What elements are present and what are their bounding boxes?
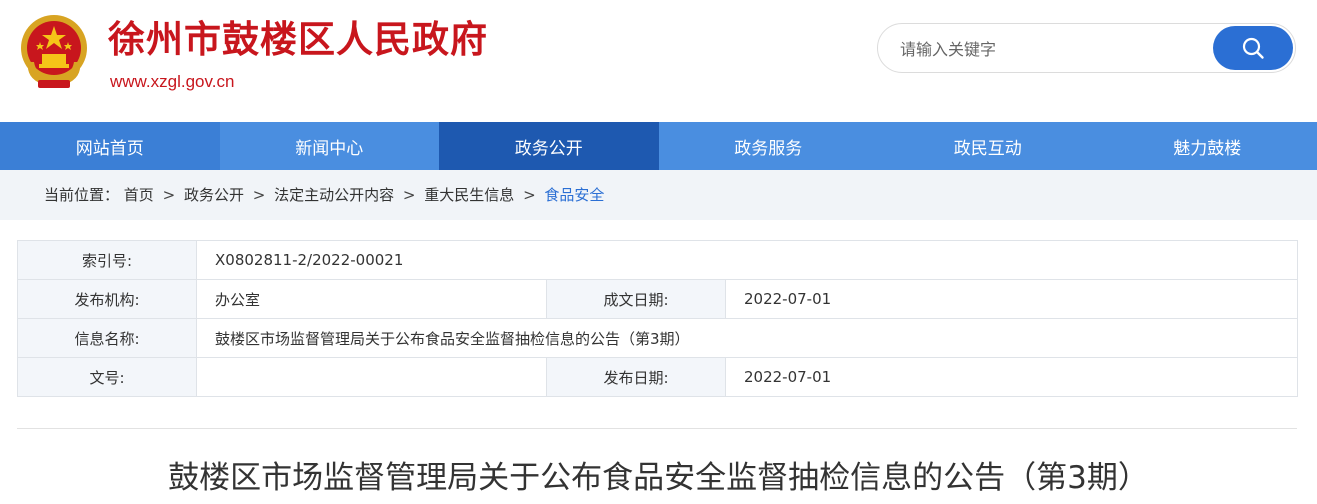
nav-item-charm-gulou[interactable]: 魅力鼓楼 xyxy=(1098,122,1317,170)
search-box xyxy=(877,23,1296,73)
nav-item-interaction[interactable]: 政民互动 xyxy=(878,122,1098,170)
nav-item-gov-affairs[interactable]: 政务公开 xyxy=(439,122,659,170)
main-nav: 网站首页 新闻中心 政务公开 政务服务 政民互动 魅力鼓楼 xyxy=(0,122,1317,170)
site-url[interactable]: www.xzgl.gov.cn xyxy=(110,71,234,93)
breadcrumb-link-gov-affairs[interactable]: 政务公开 xyxy=(184,186,244,204)
breadcrumb: 当前位置： 首页 > 政务公开 > 法定主动公开内容 > 重大民生信息 > 食品… xyxy=(44,185,604,205)
published-date-value: 2022-07-01 xyxy=(724,357,1299,397)
site-title[interactable]: 徐州市鼓楼区人民政府 xyxy=(108,16,488,64)
table-row: 文号: 发布日期: 2022-07-01 xyxy=(17,357,1299,397)
doc-number-value xyxy=(196,357,547,397)
breadcrumb-prefix: 当前位置： xyxy=(44,186,120,204)
breadcrumb-link-current[interactable]: 食品安全 xyxy=(544,186,604,204)
nav-item-news[interactable]: 新闻中心 xyxy=(220,122,440,170)
publisher-label: 发布机构: xyxy=(17,279,197,319)
nav-item-gov-services[interactable]: 政务服务 xyxy=(659,122,879,170)
search-icon xyxy=(1242,37,1264,59)
breadcrumb-bar: 当前位置： 首页 > 政务公开 > 法定主动公开内容 > 重大民生信息 > 食品… xyxy=(0,170,1317,220)
table-row: 信息名称: 鼓楼区市场监督管理局关于公布食品安全监督抽检信息的公告（第3期） xyxy=(17,318,1299,358)
doc-number-label: 文号: xyxy=(17,357,197,397)
national-emblem-icon[interactable] xyxy=(18,12,90,92)
breadcrumb-link-livelihood[interactable]: 重大民生信息 xyxy=(424,186,514,204)
search-input[interactable] xyxy=(900,36,1200,62)
breadcrumb-link-home[interactable]: 首页 xyxy=(124,186,154,204)
table-row: 发布机构: 办公室 成文日期: 2022-07-01 xyxy=(17,279,1299,319)
divider xyxy=(17,428,1297,429)
index-label: 索引号: xyxy=(17,240,197,280)
breadcrumb-separator: > xyxy=(402,186,416,204)
document-info-table: 索引号: X0802811-2/2022-00021 发布机构: 办公室 成文日… xyxy=(17,240,1299,397)
breadcrumb-separator: > xyxy=(252,186,266,204)
index-value: X0802811-2/2022-00021 xyxy=(195,240,1299,280)
site-header: 徐州市鼓楼区人民政府 www.xzgl.gov.cn xyxy=(0,0,1317,122)
info-name-value: 鼓楼区市场监督管理局关于公布食品安全监督抽检信息的公告（第3期） xyxy=(195,318,1299,358)
created-date-value: 2022-07-01 xyxy=(724,279,1299,319)
published-date-label: 发布日期: xyxy=(546,357,726,397)
search-button[interactable] xyxy=(1213,26,1293,70)
created-date-label: 成文日期: xyxy=(546,279,726,319)
breadcrumb-link-statutory[interactable]: 法定主动公开内容 xyxy=(274,186,394,204)
article-title: 鼓楼区市场监督管理局关于公布食品安全监督抽检信息的公告（第3期） xyxy=(168,460,1149,496)
breadcrumb-separator: > xyxy=(162,186,176,204)
breadcrumb-separator: > xyxy=(523,186,536,204)
info-name-label: 信息名称: xyxy=(17,318,197,358)
nav-item-home[interactable]: 网站首页 xyxy=(0,122,220,170)
table-row: 索引号: X0802811-2/2022-00021 xyxy=(17,240,1299,280)
publisher-value: 办公室 xyxy=(196,279,547,319)
